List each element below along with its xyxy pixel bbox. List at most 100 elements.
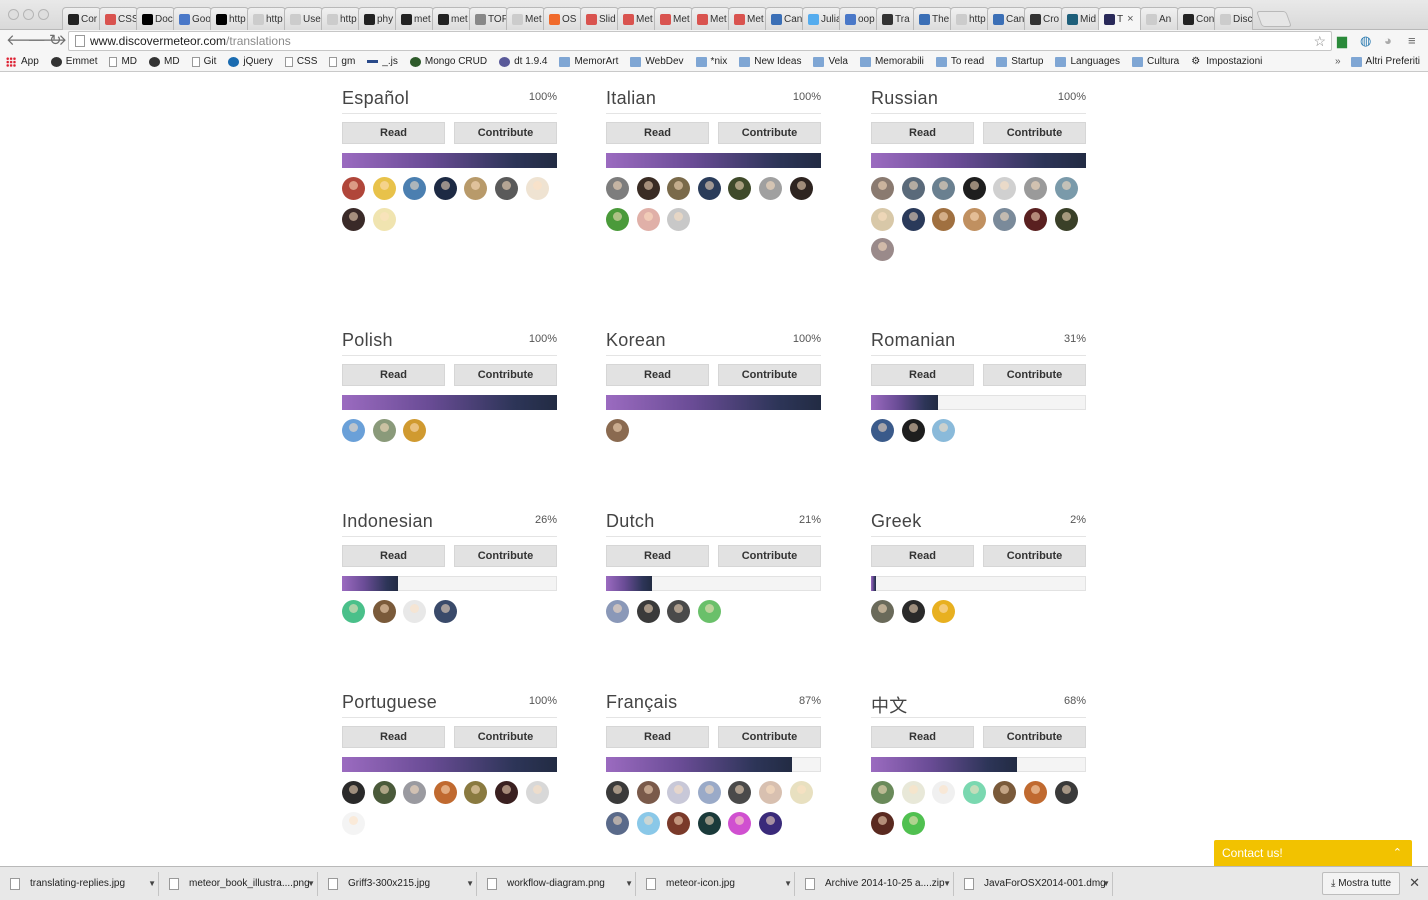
bookmark-item[interactable]: To read — [935, 56, 984, 67]
contributor-avatar[interactable] — [728, 177, 752, 200]
contribute-button[interactable]: Contribute — [718, 122, 821, 144]
bookmark-star-icon[interactable]: ☆ — [1313, 32, 1326, 50]
contributor-avatar[interactable] — [697, 177, 721, 200]
browser-tab[interactable]: met — [432, 7, 471, 30]
contributor-avatar[interactable] — [606, 207, 629, 231]
bookmark-item[interactable]: WebDev — [630, 56, 684, 67]
contributor-avatar[interactable] — [1023, 177, 1047, 200]
contributor-avatar[interactable] — [372, 600, 396, 623]
contributor-avatar[interactable] — [403, 419, 427, 442]
bookmark-item[interactable]: MemorArt — [559, 56, 618, 67]
browser-tab[interactable]: Slid — [580, 7, 619, 30]
contributor-avatar[interactable] — [932, 207, 956, 231]
read-button[interactable]: Read — [606, 545, 709, 567]
extension-icon[interactable]: ◍ — [1360, 32, 1371, 50]
contributor-avatar[interactable] — [871, 811, 894, 835]
read-button[interactable]: Read — [606, 364, 709, 386]
contributor-avatar[interactable] — [667, 781, 691, 804]
browser-tab[interactable]: Can — [765, 7, 804, 30]
contributor-avatar[interactable] — [993, 781, 1017, 804]
contributor-avatar[interactable] — [667, 207, 691, 231]
contribute-button[interactable]: Contribute — [454, 122, 557, 144]
browser-tab[interactable]: Disc — [1214, 7, 1253, 30]
contributor-avatar[interactable] — [636, 781, 660, 804]
browser-tab[interactable]: phy — [358, 7, 397, 30]
contact-widget[interactable]: Contact us! ⌃ — [1214, 840, 1412, 866]
contributor-avatar[interactable] — [871, 600, 894, 623]
extension-icon[interactable]: ▆ — [1337, 32, 1347, 50]
contributor-avatar[interactable] — [403, 600, 427, 623]
contributor-avatar[interactable] — [871, 177, 894, 200]
chevron-down-icon[interactable]: ▼ — [784, 879, 792, 888]
chevron-down-icon[interactable]: ▼ — [625, 879, 633, 888]
contributor-avatar[interactable] — [464, 177, 488, 200]
browser-tab[interactable]: Met — [506, 7, 545, 30]
contributor-avatar[interactable] — [697, 811, 721, 835]
contributor-avatar[interactable] — [871, 207, 894, 231]
contribute-button[interactable]: Contribute — [718, 726, 821, 748]
bookmark-item[interactable]: *nix — [695, 56, 727, 67]
contributor-avatar[interactable] — [962, 781, 986, 804]
bookmark-item[interactable]: Memorabili — [859, 56, 924, 67]
contributor-avatar[interactable] — [871, 781, 894, 804]
browser-tab[interactable]: Tra — [876, 7, 915, 30]
browser-tab[interactable]: http — [321, 7, 360, 30]
browser-tab[interactable]: Met — [728, 7, 767, 30]
contributor-avatar[interactable] — [901, 781, 925, 804]
browser-tab[interactable]: oop — [839, 7, 878, 30]
download-item[interactable]: Archive 2014-10-25 a....zip ▼ — [799, 871, 954, 896]
contribute-button[interactable]: Contribute — [454, 726, 557, 748]
browser-tab[interactable]: Julia — [802, 7, 841, 30]
bookmark-item[interactable]: Startup — [996, 56, 1043, 67]
browser-tab[interactable]: Cro — [1024, 7, 1063, 30]
read-button[interactable]: Read — [342, 364, 445, 386]
contribute-button[interactable]: Contribute — [454, 364, 557, 386]
bookmark-item[interactable]: MD — [109, 56, 137, 67]
other-bookmarks[interactable]: Altri Preferiti — [1350, 56, 1420, 67]
contributor-avatar[interactable] — [433, 781, 457, 804]
contributor-avatar[interactable] — [962, 207, 986, 231]
bookmark-item[interactable]: _.js — [367, 56, 398, 67]
read-button[interactable]: Read — [871, 545, 974, 567]
contributor-avatar[interactable] — [758, 177, 782, 200]
contributor-avatar[interactable] — [901, 811, 925, 835]
browser-tab[interactable]: TOF — [469, 7, 508, 30]
contributor-avatar[interactable] — [342, 207, 365, 231]
zoom-window-button[interactable] — [38, 9, 49, 20]
browser-tab[interactable]: Con — [1177, 7, 1216, 30]
contributor-avatar[interactable] — [932, 600, 956, 623]
read-button[interactable]: Read — [871, 122, 974, 144]
close-icon[interactable]: ✕ — [1409, 875, 1420, 891]
contributor-avatar[interactable] — [433, 600, 457, 623]
contributor-avatar[interactable] — [901, 600, 925, 623]
contributor-avatar[interactable] — [494, 177, 518, 200]
browser-tab[interactable]: met — [395, 7, 434, 30]
show-all-downloads-button[interactable]: ⤓ Mostra tutte — [1322, 872, 1401, 895]
contributor-avatar[interactable] — [636, 177, 660, 200]
contribute-button[interactable]: Contribute — [454, 545, 557, 567]
contributor-avatar[interactable] — [342, 600, 365, 623]
browser-tab[interactable]: Cor — [62, 7, 101, 30]
bookmark-item[interactable]: Mongo CRUD — [409, 56, 487, 67]
contributor-avatar[interactable] — [667, 811, 691, 835]
contributor-avatar[interactable] — [342, 177, 365, 200]
contributor-avatar[interactable] — [636, 207, 660, 231]
bookmark-item[interactable]: ⚙ Impostazioni — [1191, 56, 1262, 67]
browser-tab[interactable]: T × — [1098, 7, 1142, 30]
contributor-avatar[interactable] — [606, 811, 629, 835]
browser-tab[interactable]: Met — [691, 7, 730, 30]
chevron-down-icon[interactable]: ▼ — [1102, 879, 1110, 888]
contributor-avatar[interactable] — [1023, 207, 1047, 231]
chevron-down-icon[interactable]: ▼ — [466, 879, 474, 888]
contributor-avatar[interactable] — [403, 177, 427, 200]
contributor-avatar[interactable] — [606, 781, 629, 804]
contributor-avatar[interactable] — [606, 419, 629, 442]
read-button[interactable]: Read — [342, 726, 445, 748]
contribute-button[interactable]: Contribute — [983, 545, 1086, 567]
browser-tab[interactable]: http — [247, 7, 286, 30]
contributor-avatar[interactable] — [993, 207, 1017, 231]
browser-tab[interactable]: The — [913, 7, 952, 30]
contributor-avatar[interactable] — [901, 207, 925, 231]
contribute-button[interactable]: Contribute — [983, 726, 1086, 748]
contributor-avatar[interactable] — [962, 177, 986, 200]
